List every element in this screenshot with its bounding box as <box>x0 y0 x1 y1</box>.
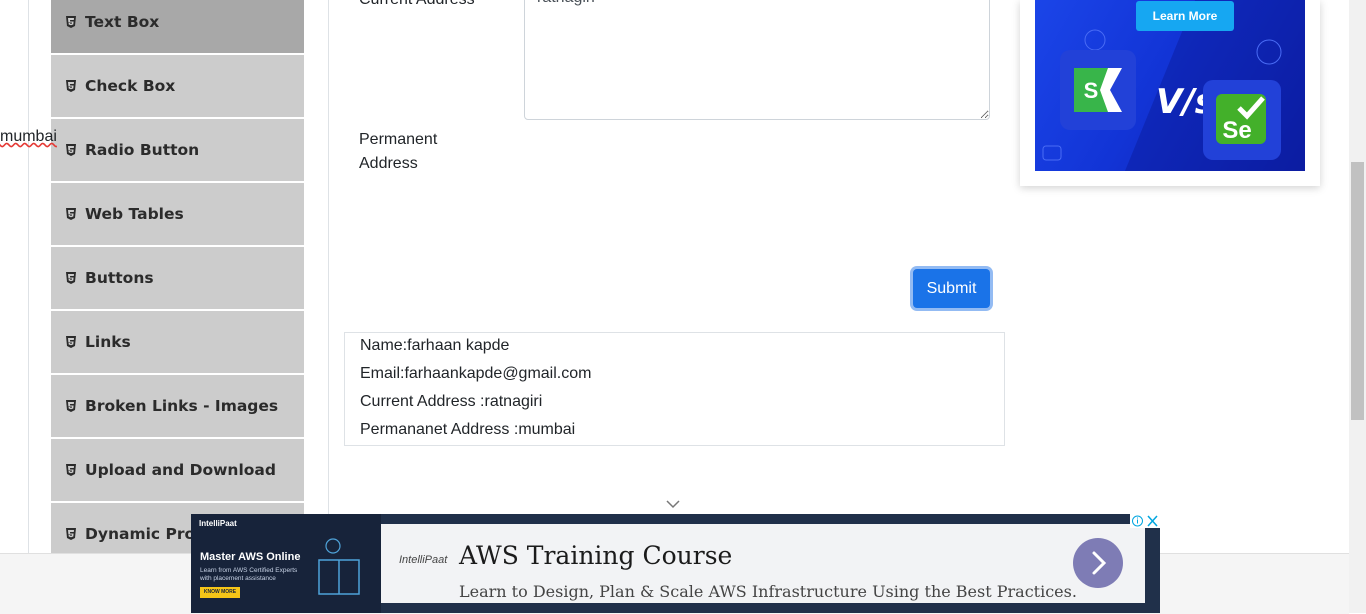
output-permanent-address: Permananet Address :mumbai <box>360 421 576 438</box>
book-illustration-icon <box>318 538 360 595</box>
sidebar-item-buttons[interactable]: Buttons <box>51 247 304 311</box>
sidebar-item-label: Links <box>85 333 131 351</box>
html5-icon <box>66 144 76 156</box>
html5-icon <box>66 272 76 284</box>
chevron-down-icon[interactable] <box>666 499 680 509</box>
html5-icon <box>66 464 76 476</box>
bottom-ad-subtitle: Learn to Design, Plan & Scale AWS Infras… <box>459 582 1077 601</box>
current-address-label: Current Address <box>359 0 475 12</box>
bottom-ad-title: AWS Training Course <box>459 541 733 570</box>
ad-close-icon[interactable] <box>1145 514 1160 528</box>
output-current-address: Current Address :ratnagiri <box>360 393 543 410</box>
output-name: Name:farhaan kapde <box>360 337 510 354</box>
intellipaat-brand-logo: IntelliPaat <box>399 554 448 566</box>
sidebar-item-text-box[interactable]: Text Box <box>51 0 304 55</box>
html5-icon <box>66 208 76 220</box>
html5-icon <box>66 400 76 412</box>
ad-info-icon[interactable] <box>1130 514 1145 528</box>
sidebar-item-web-tables[interactable]: Web Tables <box>51 183 304 247</box>
html5-icon <box>66 16 76 28</box>
bottom-ad-left-panel[interactable]: IntelliPaat Master AWS Online Learn from… <box>191 514 381 613</box>
learn-more-button[interactable]: Learn More <box>1136 1 1234 31</box>
sidebar-item-label: Buttons <box>85 269 154 287</box>
sidebar-item-check-box[interactable]: Check Box <box>51 55 304 119</box>
intellipaat-logo: IntelliPaat <box>199 519 237 528</box>
sidebar-item-radio-button[interactable]: Radio Button <box>51 119 304 183</box>
output-email: Email:farhaankapde@gmail.com <box>360 365 592 382</box>
katalon-logo-icon: S <box>1060 50 1136 130</box>
bottom-ad-content[interactable]: IntelliPaat AWS Training Course Learn to… <box>381 524 1145 603</box>
chevron-right-icon <box>1092 551 1107 575</box>
permanent-address-label-line1: Permanent <box>359 131 438 148</box>
permanent-address-value: mumbai <box>0 128 57 145</box>
html5-icon <box>66 336 76 348</box>
sidebar-item-label: Radio Button <box>85 141 200 159</box>
svg-text:Se: Se <box>1222 117 1251 144</box>
bottom-ad-left-title: Master AWS Online <box>200 551 301 563</box>
know-more-button[interactable]: KNOW MORE <box>200 587 240 598</box>
sidebar-menu: Text Box Check Box Radio Button Web Tabl… <box>51 0 304 553</box>
sidebar-item-label: Upload and Download <box>85 461 276 479</box>
sidebar-item-label: Broken Links - Images <box>85 397 279 415</box>
sidebar-item-broken-links[interactable]: Broken Links - Images <box>51 375 304 439</box>
html5-icon <box>66 528 76 540</box>
sidebar-item-links[interactable]: Links <box>51 311 304 375</box>
current-address-field[interactable] <box>524 0 990 120</box>
sidebar-item-label: Text Box <box>85 13 160 31</box>
bottom-ad-banner[interactable]: IntelliPaat Master AWS Online Learn from… <box>191 514 1160 613</box>
selenium-logo-icon: Se <box>1203 80 1281 160</box>
main-border <box>328 0 329 553</box>
output-panel: Name:farhaan kapde Email:farhaankapde@gm… <box>344 332 1005 446</box>
svg-text:S: S <box>1084 78 1099 103</box>
side-ad-image[interactable]: Learn More S V/s Se <box>1035 0 1305 171</box>
bottom-ad-left-subtitle: Learn from AWS Certified Experts with pl… <box>200 567 298 582</box>
permanent-address-label-line2: Address <box>359 155 418 172</box>
sidebar-item-upload-download[interactable]: Upload and Download <box>51 439 304 503</box>
submit-button[interactable]: Submit <box>913 269 990 308</box>
ad-next-arrow-button[interactable] <box>1073 538 1123 588</box>
side-ad-card[interactable]: Learn More S V/s Se <box>1020 0 1320 186</box>
sidebar-item-label: Web Tables <box>85 205 184 223</box>
sidebar-item-label: Check Box <box>85 77 176 95</box>
scrollbar-thumb[interactable] <box>1351 162 1364 420</box>
html5-icon <box>66 80 76 92</box>
permanent-address-field[interactable]: mumbai <box>0 128 57 262</box>
left-border <box>28 0 29 553</box>
